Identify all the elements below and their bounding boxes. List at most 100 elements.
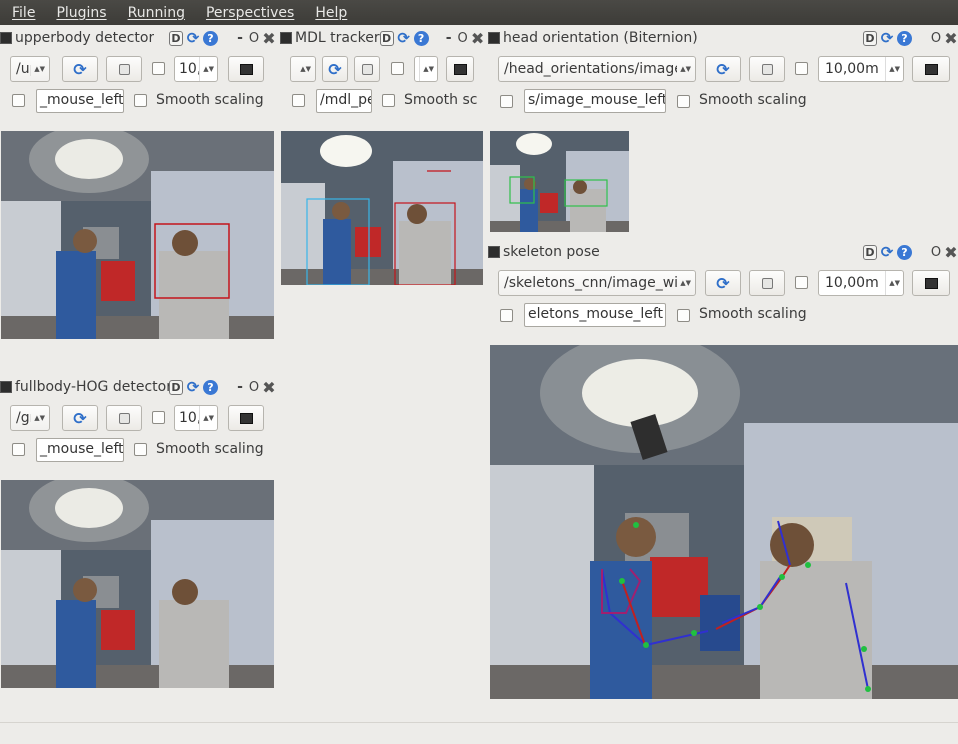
color-scheme-button[interactable] (912, 56, 950, 82)
zoom-button[interactable] (354, 56, 380, 82)
smooth-scaling-checkbox[interactable] (677, 309, 690, 322)
dock-icon[interactable]: D (169, 379, 183, 395)
topic-combo-value: /head_orientations/image (504, 61, 678, 77)
skeleton-image[interactable] (490, 345, 958, 699)
menu-bar: File Plugins Running Perspectives Help (0, 0, 958, 25)
reload-icon[interactable]: ⟳ (396, 29, 412, 47)
close-icon[interactable]: ✖ (262, 29, 276, 48)
close-icon[interactable]: ✖ (944, 243, 958, 262)
menu-perspectives[interactable]: Perspectives (194, 5, 303, 21)
menu-running[interactable]: Running (116, 5, 194, 21)
zoom-button[interactable] (749, 56, 785, 82)
color-scheme-button[interactable] (228, 405, 264, 431)
refresh-icon: ⟳ (73, 59, 87, 79)
mdl-image[interactable] (281, 131, 483, 285)
refresh-topics-button[interactable]: ⟳ (705, 270, 741, 296)
mouse-topic-field[interactable]: eletons_mouse_left (524, 303, 666, 327)
reload-icon[interactable]: ⟳ (879, 29, 895, 47)
float-icon[interactable]: O (248, 379, 260, 395)
value-spinbox[interactable]: 10,00m ▲▼ (818, 56, 904, 82)
publish-checkbox[interactable] (795, 62, 808, 75)
close-icon[interactable]: ✖ (262, 378, 276, 397)
reload-icon[interactable]: ⟳ (879, 243, 895, 261)
mouse-topic-field[interactable]: _mouse_left (36, 89, 124, 113)
topic-combo[interactable]: /head_orientations/image ▲▼ (498, 56, 696, 82)
help-icon[interactable]: ? (203, 30, 218, 46)
refresh-icon: ⟳ (716, 59, 730, 79)
mouse-publish-checkbox[interactable] (292, 94, 305, 107)
refresh-topics-button[interactable]: ⟳ (62, 405, 98, 431)
topic-combo[interactable]: /gr ▲▼ (10, 405, 50, 431)
smooth-scaling-label: Smooth scaling (156, 92, 264, 108)
mouse-publish-checkbox[interactable] (12, 443, 25, 456)
value-spinbox[interactable]: ▲▼ (414, 56, 438, 82)
value-spinbox[interactable]: 10, ▲▼ (174, 56, 218, 82)
minimize-icon[interactable]: - (234, 379, 246, 395)
dock-icon[interactable]: D (379, 30, 394, 46)
hog-image[interactable] (1, 480, 274, 688)
refresh-icon: ⟳ (73, 408, 87, 428)
upperbody-image[interactable] (1, 131, 274, 339)
panel-icon (488, 32, 500, 44)
topic-combo[interactable]: /up ▲▼ (10, 56, 50, 82)
panel-icon (488, 246, 500, 258)
value-spinbox[interactable]: 10, ▲▼ (174, 405, 218, 431)
publish-checkbox[interactable] (152, 62, 165, 75)
menu-help[interactable]: Help (303, 5, 356, 21)
spinbox-value: 10, (179, 61, 200, 77)
color-scheme-button[interactable] (446, 56, 474, 82)
dock-icon[interactable]: D (863, 30, 877, 46)
zoom-icon (761, 277, 773, 289)
mouse-publish-checkbox[interactable] (500, 309, 513, 322)
refresh-topics-button[interactable]: ⟳ (705, 56, 741, 82)
mouse-publish-checkbox[interactable] (12, 94, 25, 107)
combo-arrows-icon: ▲▼ (34, 65, 45, 73)
float-icon[interactable]: O (248, 30, 260, 46)
refresh-topics-button[interactable]: ⟳ (62, 56, 98, 82)
color-scheme-button[interactable] (228, 56, 264, 82)
topic-combo[interactable]: ▲▼ (290, 56, 316, 82)
value-spinbox[interactable]: 10,00m ▲▼ (818, 270, 904, 296)
menu-file[interactable]: File (0, 5, 44, 21)
zoom-button[interactable] (106, 56, 142, 82)
smooth-scaling-checkbox[interactable] (382, 94, 395, 107)
minimize-icon[interactable]: - (234, 30, 246, 46)
reload-icon[interactable]: ⟳ (185, 378, 201, 396)
mouse-topic-field[interactable]: /mdl_pe (316, 89, 372, 113)
mouse-topic-field[interactable]: s/image_mouse_left (524, 89, 666, 113)
dock-icon[interactable]: D (169, 30, 183, 46)
close-icon[interactable]: ✖ (944, 29, 958, 48)
help-icon[interactable]: ? (897, 30, 912, 46)
dock-icon[interactable]: D (863, 244, 877, 260)
menu-plugins[interactable]: Plugins (44, 5, 115, 21)
close-icon[interactable]: ✖ (471, 29, 485, 48)
publish-checkbox[interactable] (152, 411, 165, 424)
publish-checkbox[interactable] (391, 62, 404, 75)
help-icon[interactable]: ? (203, 379, 218, 395)
topic-combo[interactable]: /skeletons_cnn/image_wit ▲▼ (498, 270, 696, 296)
float-icon[interactable]: O (930, 30, 942, 46)
float-icon[interactable]: O (930, 244, 942, 260)
reload-icon[interactable]: ⟳ (185, 29, 201, 47)
panel-title-hog: fullbody-HOG detector D ⟳ ? - O ✖ (0, 376, 276, 398)
mouse-topic-field[interactable]: _mouse_left (36, 438, 124, 462)
float-icon[interactable]: O (457, 30, 469, 46)
color-scheme-icon (453, 63, 467, 75)
zoom-button[interactable] (749, 270, 785, 296)
panel-title-mdl: MDL tracker D ⟳ ? - O ✖ (280, 27, 486, 49)
help-icon[interactable]: ? (897, 244, 912, 260)
help-icon[interactable]: ? (413, 30, 429, 46)
color-scheme-button[interactable] (912, 270, 950, 296)
smooth-scaling-checkbox[interactable] (134, 443, 147, 456)
head-orientation-image[interactable] (490, 131, 629, 232)
topic-combo-value: /up (16, 61, 31, 77)
zoom-button[interactable] (106, 405, 142, 431)
minimize-icon[interactable]: - (443, 30, 455, 46)
smooth-scaling-checkbox[interactable] (134, 94, 147, 107)
refresh-topics-button[interactable]: ⟳ (322, 56, 348, 82)
topic-combo-value: /skeletons_cnn/image_wit (504, 275, 678, 291)
smooth-scaling-checkbox[interactable] (677, 95, 690, 108)
color-scheme-icon (924, 63, 938, 75)
mouse-publish-checkbox[interactable] (500, 95, 513, 108)
publish-checkbox[interactable] (795, 276, 808, 289)
